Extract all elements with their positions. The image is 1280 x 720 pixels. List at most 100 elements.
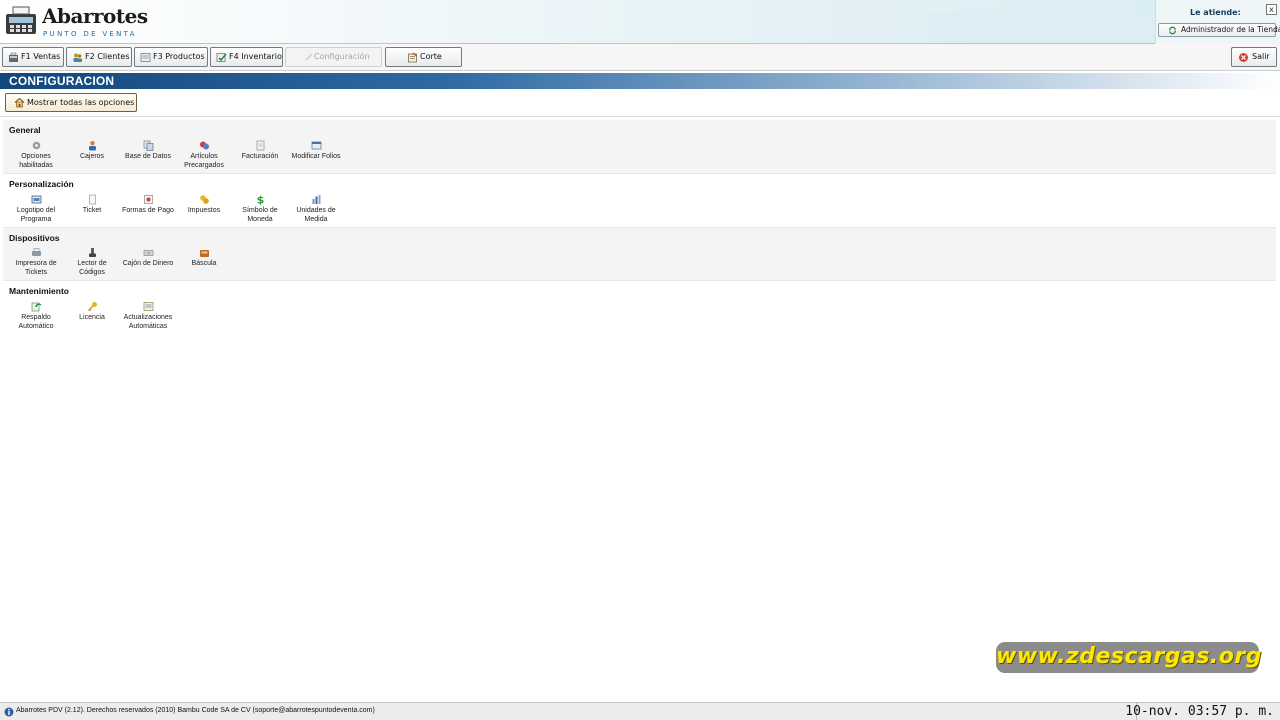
printer-icon xyxy=(31,248,41,256)
corte-label: Corte xyxy=(420,52,442,61)
option-label: Actualizaciones Automáticas xyxy=(123,314,173,330)
option-label: Licencia xyxy=(79,314,105,321)
option-impresora-de-tickets[interactable]: Impresora de Tickets xyxy=(8,247,64,277)
info-icon xyxy=(4,707,14,717)
cash-register-icon xyxy=(9,52,18,62)
inventario-label: F4 Inventario xyxy=(229,52,282,61)
clientes-button[interactable]: F2 Clientes xyxy=(66,47,132,67)
section-mantenimiento: Mantenimiento Respaldo Automático Licenc… xyxy=(3,281,1276,335)
backup-icon xyxy=(31,302,41,312)
option-logotipo[interactable]: Logotipo del Programa xyxy=(8,194,64,224)
option-label: Respaldo Automático xyxy=(18,314,54,330)
units-chart-icon xyxy=(312,195,320,204)
show-all-options-button[interactable]: Mostrar todas las opciones xyxy=(5,93,137,112)
productos-label: F3 Productos xyxy=(153,52,205,61)
option-label: Cajón de Dinero xyxy=(122,260,174,267)
option-opciones-habilitadas[interactable]: Opciones habilitadas xyxy=(8,140,64,170)
cash-register-logo-icon xyxy=(6,6,36,34)
option-ticket[interactable]: Ticket xyxy=(64,194,120,216)
option-unidades-de-medida[interactable]: Unidades de Medida xyxy=(288,194,344,224)
corte-button[interactable]: Corte xyxy=(385,47,462,67)
section-dispositivos: Dispositivos Impresora de Tickets Lector… xyxy=(3,228,1276,281)
option-base-de-datos[interactable]: Base de Datos xyxy=(120,140,176,162)
header-panel xyxy=(929,14,1155,42)
option-label: Lector de Códigos xyxy=(77,260,107,276)
option-label: Opciones habilitadas xyxy=(19,153,53,169)
option-label: Logotipo del Programa xyxy=(16,207,56,223)
option-formas-de-pago[interactable]: Formas de Pago xyxy=(120,194,176,216)
clients-icon xyxy=(73,53,82,62)
exit-icon xyxy=(1239,53,1248,62)
app-logo-title: Abarrotes xyxy=(42,4,148,28)
payment-methods-icon xyxy=(143,195,153,204)
section-title-dispositivos: Dispositivos xyxy=(9,233,60,243)
cashier-icon xyxy=(88,141,96,151)
option-label: Facturación xyxy=(241,153,279,160)
options-bar: Mostrar todas las opciones xyxy=(0,89,1280,117)
logo-image-icon xyxy=(31,195,41,204)
ventas-button[interactable]: F1 Ventas xyxy=(2,47,64,67)
app-logo-subtitle: PUNTO DE VENTA xyxy=(43,30,137,38)
ticket-icon xyxy=(88,194,96,205)
status-bar: Abarrotes PDV (2.12). Derechos reservado… xyxy=(0,702,1280,720)
ventas-label: F1 Ventas xyxy=(21,52,61,61)
salir-label: Salir xyxy=(1252,52,1270,61)
barcode-scanner-icon xyxy=(88,248,96,257)
option-label: Cajeros xyxy=(79,153,105,160)
header: Abarrotes PUNTO DE VENTA Le atiende: x A… xyxy=(0,0,1280,44)
database-icon xyxy=(143,140,153,151)
option-facturacion[interactable]: Facturación xyxy=(232,140,288,162)
option-lector-de-codigos[interactable]: Lector de Códigos xyxy=(64,247,120,277)
section-general: General Opciones habilitadas Cajeros Bas… xyxy=(3,120,1276,174)
option-bascula[interactable]: Báscula xyxy=(176,247,232,269)
clientes-label: F2 Clientes xyxy=(85,52,130,61)
close-button[interactable]: x xyxy=(1266,4,1277,15)
attendant-label: Le atiende: xyxy=(1190,8,1241,17)
option-cajon-de-dinero[interactable]: Cajón de Dinero xyxy=(120,247,176,269)
option-label: Modificar Folios xyxy=(291,153,341,160)
configuracion-label: Configuración xyxy=(314,52,370,61)
productos-button[interactable]: F3 Productos xyxy=(134,47,208,67)
attendant-button[interactable]: Administrador de la Tienda xyxy=(1158,23,1280,37)
products-icon xyxy=(140,53,151,62)
toolbar: F1 Ventas F2 Clientes F3 Productos F4 In… xyxy=(0,44,1280,71)
svg-text:$: $ xyxy=(256,194,264,205)
updates-icon xyxy=(143,302,153,311)
attendant-button-label: Administrador de la Tienda xyxy=(1181,25,1280,34)
option-articulos-precargados[interactable]: Artículos Precargados xyxy=(176,140,232,170)
option-label: Formas de Pago xyxy=(122,207,174,214)
option-modificar-folios[interactable]: Modificar Folios xyxy=(288,140,344,162)
refresh-icon xyxy=(1169,26,1176,35)
watermark-text: www.zdescargas.org xyxy=(996,642,1262,673)
coins-icon xyxy=(199,195,209,204)
option-impuestos[interactable]: Impuestos xyxy=(176,194,232,216)
home-icon xyxy=(14,97,25,108)
dollar-icon: $ xyxy=(256,194,264,205)
option-label: Ticket xyxy=(82,207,102,214)
section-title-general: General xyxy=(9,125,41,135)
option-respaldo-automatico[interactable]: Respaldo Automático xyxy=(8,301,64,331)
salir-button[interactable]: Salir xyxy=(1231,47,1277,67)
option-label: Base de Datos xyxy=(125,153,171,160)
inventario-button[interactable]: F4 Inventario xyxy=(210,47,283,67)
section-personalizacion: Personalización Logotipo del Programa Ti… xyxy=(3,174,1276,228)
show-all-options-label: Mostrar todas las opciones xyxy=(27,98,135,107)
option-label: Báscula xyxy=(191,260,217,267)
cut-register-icon xyxy=(408,52,417,63)
products-preloaded-icon xyxy=(199,141,209,150)
title-bar: CONFIGURACION xyxy=(0,73,1280,89)
option-licencia[interactable]: Licencia xyxy=(64,301,120,323)
inventory-icon xyxy=(216,53,227,62)
option-simbolo-de-moneda[interactable]: $ Símbolo de Moneda xyxy=(232,194,288,224)
scale-icon xyxy=(199,250,209,257)
status-text: Abarrotes PDV (2.12). Derechos reservado… xyxy=(16,707,375,714)
option-label: Artículos Precargados xyxy=(184,153,224,169)
key-icon xyxy=(87,302,97,312)
gear-icon xyxy=(32,141,40,150)
option-actualizaciones-automaticas[interactable]: Actualizaciones Automáticas xyxy=(120,301,176,331)
option-label: Unidades de Medida xyxy=(296,207,336,223)
page-title: CONFIGURACION xyxy=(9,74,115,88)
option-cajeros[interactable]: Cajeros xyxy=(64,140,120,162)
configuracion-button[interactable]: Configuración xyxy=(285,47,382,67)
option-label: Impuestos xyxy=(187,207,221,214)
